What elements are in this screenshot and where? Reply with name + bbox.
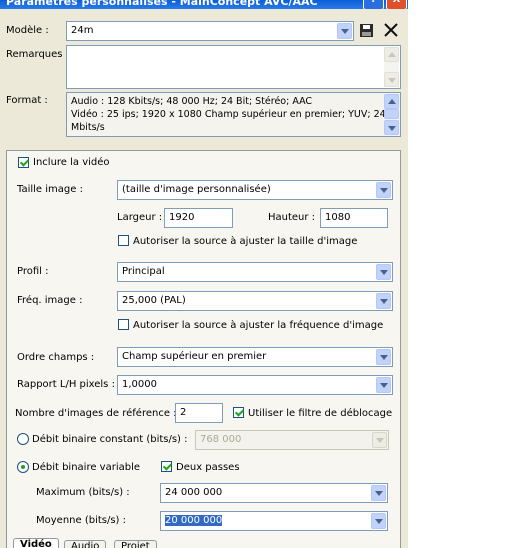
ordre-label: Ordre champs : xyxy=(17,352,95,363)
deblock-label: Utiliser le filtre de déblocage xyxy=(248,408,393,419)
auto-freq-checkbox[interactable] xyxy=(118,319,129,330)
largeur-input[interactable]: 1920 xyxy=(164,208,233,228)
deblock-checkbox[interactable] xyxy=(233,407,244,418)
format-label: Format : xyxy=(6,95,48,106)
ref-images-value: 2 xyxy=(180,407,187,418)
profil-label: Profil : xyxy=(17,266,49,277)
freq-value: 25,000 (PAL) xyxy=(122,295,186,306)
largeur-value: 1920 xyxy=(169,212,195,223)
format-video-line-continued: Mbits/s xyxy=(71,122,105,133)
save-icon[interactable] xyxy=(359,23,374,38)
modele-value: 24m xyxy=(71,25,94,36)
modele-combo[interactable]: 24m xyxy=(66,21,354,41)
chevron-down-icon[interactable] xyxy=(337,23,352,39)
help-icon[interactable]: ? xyxy=(363,0,384,9)
maximum-value: 24 000 000 xyxy=(165,487,223,498)
hauteur-value: 1080 xyxy=(325,212,351,223)
profil-combo[interactable]: Principal xyxy=(117,262,393,282)
taille-value: (taille d'image personnalisée) xyxy=(122,184,271,195)
two-pass-checkbox[interactable] xyxy=(161,461,172,472)
hauteur-label: Hauteur : xyxy=(268,212,316,223)
auto-freq-label: Autoriser la source à ajuster la fréquen… xyxy=(133,320,384,331)
chevron-down-icon[interactable] xyxy=(376,349,391,365)
maximum-combo[interactable]: 24 000 000 xyxy=(160,483,388,503)
format-audio-line: Audio : 128 Kbits/s; 48 000 Hz; 24 Bit; … xyxy=(71,96,313,107)
moyenne-combo[interactable]: 20 000 000 xyxy=(160,511,388,531)
taille-label: Taille image : xyxy=(17,184,83,195)
ref-images-input[interactable]: 2 xyxy=(175,403,223,423)
rapport-label: Rapport L/H pixels : xyxy=(17,379,115,390)
two-pass-label: Deux passes xyxy=(176,462,240,473)
chevron-down-icon[interactable] xyxy=(372,432,387,448)
include-video-label: Inclure la vidéo xyxy=(33,157,110,168)
chevron-down-icon[interactable] xyxy=(376,377,391,393)
scroll-up-icon[interactable] xyxy=(384,94,399,109)
moyenne-label: Moyenne (bits/s) : xyxy=(36,515,127,526)
tab-audio[interactable]: Audio xyxy=(64,540,107,548)
title-bar: Paramètres personnalisés - MainConcept A… xyxy=(0,0,408,9)
chevron-down-icon[interactable] xyxy=(371,485,386,501)
chevron-down-icon[interactable] xyxy=(376,182,391,198)
tab-video[interactable]: Vidéo xyxy=(13,538,59,548)
rapport-combo[interactable]: 1,0000 xyxy=(117,375,393,395)
scroll-down-icon[interactable] xyxy=(384,120,399,135)
remarques-textarea[interactable] xyxy=(66,45,401,89)
rapport-value: 1,0000 xyxy=(122,379,157,390)
chevron-down-icon[interactable] xyxy=(376,293,391,309)
format-scrollbar[interactable] xyxy=(384,94,399,135)
format-readout: Audio : 128 Kbits/s; 48 000 Hz; 24 Bit; … xyxy=(66,92,401,137)
window-title: Paramètres personnalisés - MainConcept A… xyxy=(6,0,318,8)
format-video-line: Vidéo : 25 ips; 1920 x 1080 Champ supéri… xyxy=(71,109,386,120)
vbr-radio[interactable] xyxy=(17,461,29,473)
remarques-scrollbar[interactable] xyxy=(384,47,399,87)
chevron-down-icon[interactable] xyxy=(371,513,386,529)
ordre-combo[interactable]: Champ supérieur en premier xyxy=(117,347,393,367)
auto-size-checkbox[interactable] xyxy=(118,235,129,246)
auto-size-label: Autoriser la source à ajuster la taille … xyxy=(133,236,358,247)
remarques-label: Remarques : xyxy=(6,49,70,60)
freq-combo[interactable]: 25,000 (PAL) xyxy=(117,291,393,311)
moyenne-value: 20 000 000 xyxy=(165,515,223,526)
include-video-checkbox[interactable] xyxy=(18,157,29,168)
close-icon[interactable]: X xyxy=(386,0,407,9)
taille-combo[interactable]: (taille d'image personnalisée) xyxy=(117,180,393,200)
profil-value: Principal xyxy=(122,266,165,277)
cbr-label: Débit binaire constant (bits/s) : xyxy=(32,434,188,445)
vbr-label: Débit binaire variable xyxy=(32,462,141,473)
modele-label: Modèle : xyxy=(6,25,49,36)
ordre-value: Champ supérieur en premier xyxy=(122,351,267,362)
cbr-combo[interactable]: 768 000 xyxy=(195,430,389,450)
scroll-up-icon[interactable] xyxy=(384,47,399,62)
tab-projet[interactable]: Projet xyxy=(114,540,157,548)
scroll-thumb[interactable] xyxy=(384,109,399,119)
chevron-down-icon[interactable] xyxy=(376,264,391,280)
cbr-value: 768 000 xyxy=(200,434,242,445)
freq-label: Fréq. image : xyxy=(17,295,83,306)
delete-icon[interactable] xyxy=(383,22,399,38)
largeur-label: Largeur : xyxy=(117,212,163,223)
hauteur-input[interactable]: 1080 xyxy=(320,208,388,228)
cbr-radio[interactable] xyxy=(17,433,29,445)
maximum-label: Maximum (bits/s) : xyxy=(36,487,130,498)
settings-dialog: Paramètres personnalisés - MainConcept A… xyxy=(0,0,408,548)
ref-images-label: Nombre d'images de référence : xyxy=(15,408,177,419)
scroll-down-icon[interactable] xyxy=(384,72,399,87)
